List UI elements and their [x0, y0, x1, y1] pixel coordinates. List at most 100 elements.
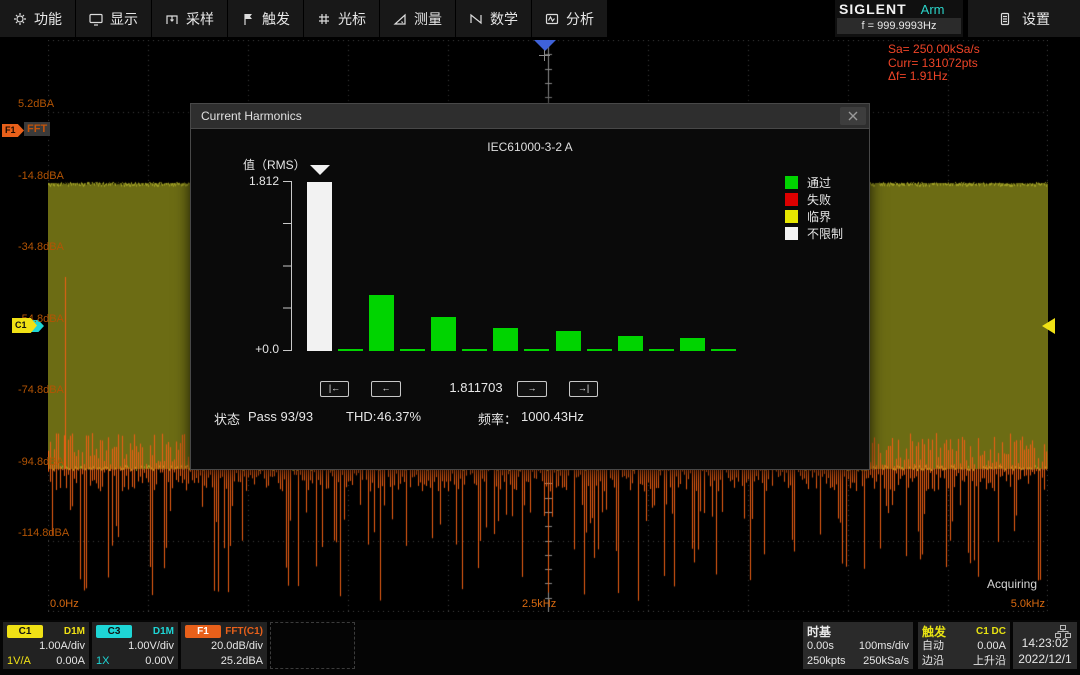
timebase-label: 时基	[807, 623, 831, 640]
prev-harmonic-button[interactable]: ←	[371, 381, 401, 397]
freq-axis-label: 2.5kHz	[522, 598, 556, 610]
c1-offset: 0.00A	[56, 654, 85, 669]
gear-icon	[13, 12, 27, 26]
harmonic-bar	[680, 338, 705, 351]
frequency-value: 1000.43Hz	[521, 409, 584, 424]
f1-channel-marker[interactable]: F1	[2, 124, 24, 137]
sample-rate: Sa= 250.00kSa/s	[888, 43, 980, 57]
frequency-label: 频率：	[478, 409, 517, 428]
status-label: 状态	[214, 409, 240, 428]
db-axis-label: 5.2dBA	[18, 98, 54, 110]
c1-probe: 1V/A	[7, 654, 31, 669]
harmonic-bar	[587, 349, 612, 351]
db-axis-label: -34.8dBA	[18, 241, 64, 253]
c3-coupling: D1M	[153, 626, 174, 637]
menu-item-label: 数学	[490, 9, 518, 29]
y-min-label: +0.0	[219, 342, 279, 356]
harmonic-bar	[462, 349, 487, 351]
legend-swatch-pass	[785, 176, 798, 189]
menu-item-math[interactable]: 数学	[456, 0, 532, 37]
channel-box-c1[interactable]: C1D1M 1.00A/div 1V/A0.00A	[3, 622, 89, 669]
harmonic-bar	[493, 328, 518, 351]
legend-label: 通过	[807, 174, 831, 191]
close-button[interactable]	[840, 107, 866, 125]
timebase-scale: 100ms/div	[859, 639, 909, 654]
freq-axis-label: 0.0Hz	[50, 598, 79, 610]
c1-scale: 1.00A/div	[7, 639, 85, 654]
db-axis-label: -94.8dBA	[18, 456, 64, 468]
harmonic-bar	[556, 331, 581, 351]
flag-icon	[241, 12, 255, 26]
f1-badge: F1	[185, 625, 221, 638]
acquiring-status: Acquiring	[987, 577, 1037, 591]
timebase-srate: 250kSa/s	[863, 654, 909, 669]
legend-label: 临界	[807, 208, 831, 225]
thd-label: THD:	[346, 409, 376, 424]
dialog-title: Current Harmonics	[191, 109, 302, 123]
channel-box-f1[interactable]: F1FFT(C1) 20.0dB/div 25.2dBA	[181, 622, 267, 669]
memory-depth: Curr= 131072pts	[888, 57, 980, 71]
c3-offset: 0.00V	[145, 654, 174, 669]
trigger-level-marker[interactable]	[1042, 318, 1055, 334]
clock-box[interactable]: 14:23:02 2022/12/1	[1013, 622, 1077, 669]
harmonic-bar	[431, 317, 456, 351]
next-harmonic-button[interactable]: →	[517, 381, 547, 397]
channel-box-empty[interactable]	[270, 622, 355, 669]
c3-badge: C3	[96, 625, 132, 638]
y-axis-line	[291, 181, 292, 351]
db-axis-label: -14.8dBA	[18, 170, 64, 182]
menu-item-label: 光标	[338, 9, 366, 29]
selected-harmonic-value: 1.811703	[431, 380, 521, 395]
brand-logo: SIGLENT	[839, 1, 907, 17]
delta-f: Δf= 1.91Hz	[888, 70, 980, 84]
current-harmonics-dialog: Current Harmonics IEC61000-3-2 A 值（RMS） …	[190, 103, 870, 470]
menu-item-display[interactable]: 显示	[76, 0, 152, 37]
menu-item-trigger[interactable]: 触发	[228, 0, 304, 37]
f1-scale: 20.0dB/div	[185, 639, 263, 654]
c1-coupling: D1M	[64, 626, 85, 637]
selected-harmonic-marker[interactable]	[310, 165, 330, 175]
analysis-icon	[545, 12, 559, 26]
clock-date: 2022/12/1	[1017, 652, 1073, 666]
menu-item-settings[interactable]: 设置	[968, 0, 1080, 37]
network-icon	[1055, 625, 1071, 638]
bottom-bar: C1D1M 1.00A/div 1V/A0.00A C3D1M 1.00V/di…	[0, 620, 1080, 675]
clipboard-icon	[998, 12, 1012, 26]
dialog-titlebar[interactable]: Current Harmonics	[191, 104, 869, 129]
trigger-box[interactable]: 触发C1 DC 自动0.00A 边沿上升沿	[918, 622, 1010, 669]
c3-probe: 1X	[96, 654, 109, 669]
menu-item-cursor[interactable]: 光标	[304, 0, 380, 37]
harmonic-bar	[711, 349, 736, 351]
harmonic-bar	[307, 182, 332, 351]
channel-box-c3[interactable]: C3D1M 1.00V/div 1X0.00V	[92, 622, 178, 669]
legend-label: 失败	[807, 191, 831, 208]
clock-time: 14:23:02	[1017, 636, 1073, 650]
harmonic-bar	[524, 349, 549, 351]
harmonic-bar	[400, 349, 425, 351]
last-harmonic-button[interactable]: →|	[569, 381, 598, 397]
fft-label: FFT	[24, 122, 50, 136]
sample-icon	[165, 12, 179, 26]
menu-item-analysis[interactable]: 分析	[532, 0, 608, 37]
menu-item-acquire[interactable]: 采样	[152, 0, 228, 37]
legend-swatch-nolimit	[785, 227, 798, 240]
timebase-delay: 0.00s	[807, 639, 834, 654]
timebase-box[interactable]: 时基 0.00s100ms/div 250kpts250kSa/s	[803, 622, 913, 669]
center-cross	[539, 50, 550, 61]
legend-swatch-fail	[785, 193, 798, 206]
first-harmonic-button[interactable]: |←	[320, 381, 349, 397]
trigger-mode: 自动	[922, 639, 944, 654]
trigger-frequency-readout: f = 999.9993Hz	[837, 18, 961, 34]
menu-item-measure[interactable]: 测量	[380, 0, 456, 37]
trigger-type: 边沿	[922, 654, 944, 669]
thd-value: 46.37%	[377, 409, 421, 424]
status-value: Pass 93/93	[248, 409, 313, 424]
legend-row: 失败	[785, 191, 843, 208]
cursor-icon	[317, 12, 331, 26]
display-icon	[89, 12, 103, 26]
close-icon	[847, 110, 859, 122]
menu-item-function[interactable]: 功能	[0, 0, 76, 37]
trigger-source: C1 DC	[976, 626, 1006, 637]
acquisition-info: Sa= 250.00kSa/s Curr= 131072pts Δf= 1.91…	[888, 43, 980, 84]
y-axis-ticks	[283, 181, 291, 351]
